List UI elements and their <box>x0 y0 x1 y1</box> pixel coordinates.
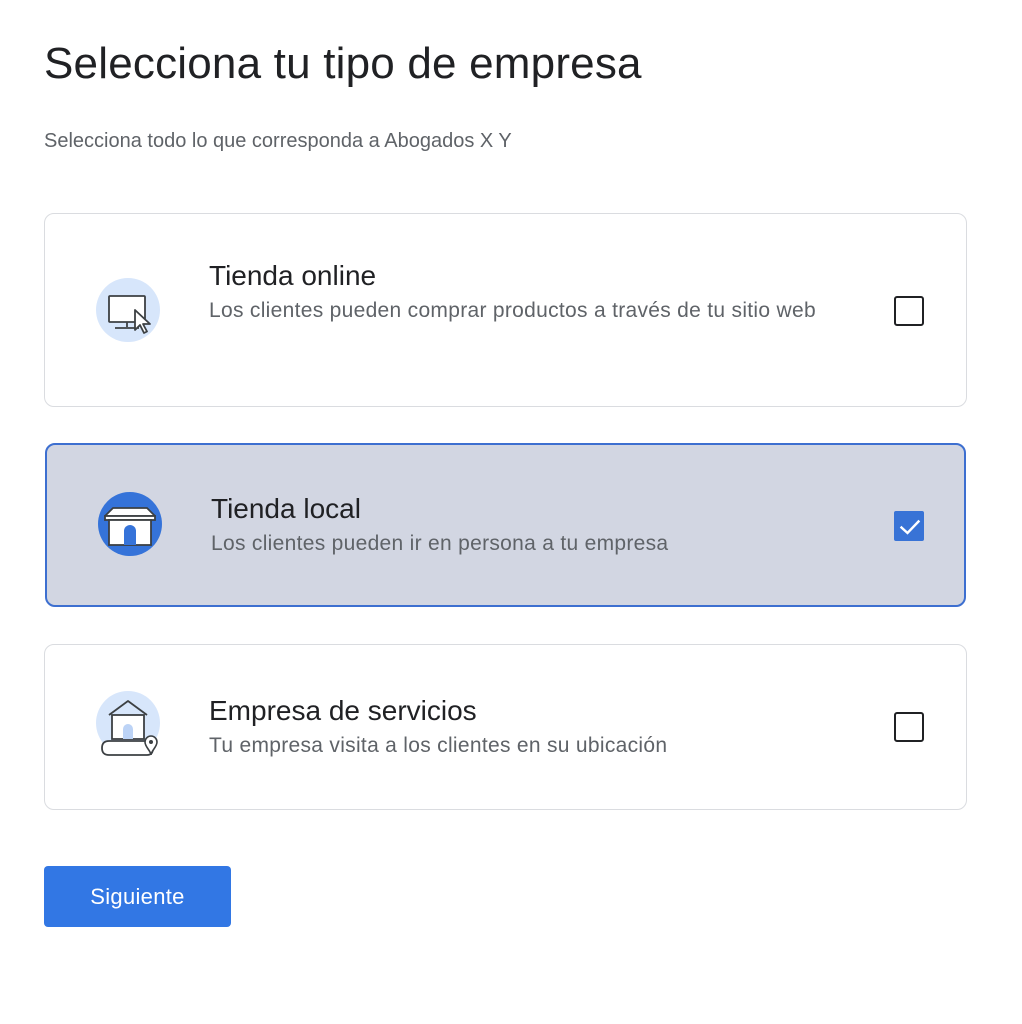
option-description: Tu empresa visita a los clientes en su u… <box>209 734 668 757</box>
option-title: Tienda online <box>209 260 377 291</box>
house-map-pin-icon <box>95 691 161 761</box>
checkbox-empresa-servicios[interactable] <box>894 712 924 742</box>
option-title: Empresa de servicios <box>209 695 477 726</box>
option-card-empresa-servicios[interactable]: Empresa de servicios Tu empresa visita a… <box>44 644 967 810</box>
option-title: Tienda local <box>211 493 361 524</box>
page-title: Selecciona tu tipo de empresa <box>44 39 642 88</box>
option-text: Empresa de servicios Tu empresa visita a… <box>209 693 869 763</box>
next-button[interactable]: Siguiente <box>44 866 231 927</box>
checkbox-tienda-local[interactable] <box>894 511 924 541</box>
storefront-icon <box>97 489 163 559</box>
checkbox-tienda-online[interactable] <box>894 296 924 326</box>
option-description: Los clientes pueden comprar productos a … <box>209 299 816 322</box>
option-text: Tienda local Los clientes pueden ir en p… <box>211 491 871 561</box>
option-card-tienda-local[interactable]: Tienda local Los clientes pueden ir en p… <box>45 443 966 607</box>
option-description: Los clientes pueden ir en persona a tu e… <box>211 532 669 555</box>
checkmark-icon <box>899 519 921 535</box>
business-type-page: Selecciona tu tipo de empresa Selecciona… <box>0 0 1022 1024</box>
option-text: Tienda online Los clientes pueden compra… <box>209 258 869 328</box>
computer-cursor-icon <box>95 276 161 346</box>
page-subtitle: Selecciona todo lo que corresponda a Abo… <box>44 130 512 152</box>
option-card-tienda-online[interactable]: Tienda online Los clientes pueden compra… <box>44 213 967 407</box>
